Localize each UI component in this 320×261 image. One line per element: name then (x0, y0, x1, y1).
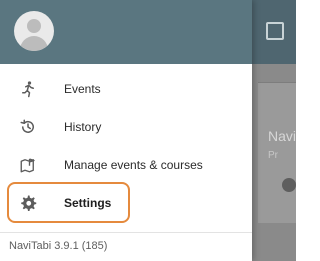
background-card-title: Navi (268, 128, 297, 144)
background-card-subtitle: Pr (268, 150, 278, 161)
settings-highlight-outline (7, 182, 130, 223)
running-person-icon (18, 79, 38, 99)
menu-item-events[interactable]: Events (0, 70, 252, 108)
app-version: NaviTabi 3.9.1 (185) (9, 240, 108, 252)
avatar[interactable] (9, 11, 65, 51)
drawer-header (0, 0, 252, 64)
navigation-drawer: Events History Manage events & courses S… (0, 0, 252, 261)
history-icon (18, 117, 38, 137)
menu-item-label: Manage events & courses (64, 158, 203, 172)
divider (0, 232, 252, 233)
map-flag-icon (18, 155, 38, 175)
user-avatar-icon (14, 11, 54, 51)
map-icon (266, 22, 284, 40)
menu-item-manage-events-courses[interactable]: Manage events & courses (0, 146, 252, 184)
menu-item-history[interactable]: History (0, 108, 252, 146)
menu-item-label: Events (64, 82, 101, 96)
menu-item-label: History (64, 120, 102, 134)
person-icon (282, 178, 296, 192)
